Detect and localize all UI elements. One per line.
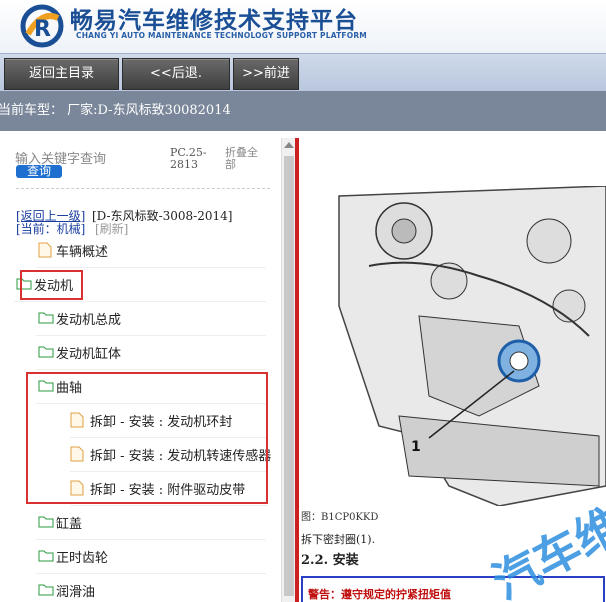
figure-caption: 图：B1CP0KKD (301, 512, 379, 523)
tree-item-label: 发动机总成 (56, 313, 122, 328)
engine-diagram-image: 1 (299, 186, 606, 506)
tree-item-label: 缸盖 (56, 517, 83, 532)
scroll-thumb[interactable] (284, 156, 294, 596)
tree-item[interactable]: 发动机总成 (36, 302, 266, 336)
current-model-bar: 当前车型： 厂家:D-东风标致30082014 (0, 91, 606, 131)
folder-icon (38, 584, 54, 596)
folder-icon (38, 550, 54, 562)
callout-number: 1 (411, 439, 421, 455)
document-icon (38, 242, 52, 258)
toolbar: 返回主目录 <<后退. >>前进 (0, 53, 606, 92)
svg-text:R: R (34, 17, 51, 42)
pc-code: PC.25-2813 (170, 146, 207, 171)
tree-item-label: 正时齿轮 (56, 551, 109, 566)
brand-subtitle: CHANG YI AUTO MAINTENANCE TECHNOLOGY SUP… (76, 31, 367, 40)
tree-item[interactable]: 缸盖 (36, 506, 266, 540)
tree-item[interactable]: 车辆概述 (36, 234, 266, 268)
tree-item-label: 润滑油 (56, 585, 96, 600)
tree-item[interactable]: 正时齿轮 (36, 540, 266, 574)
tree-item-label: 发动机缸体 (56, 347, 122, 362)
brand-logo-icon: R (20, 4, 64, 48)
content-pane: 1 图：B1CP0KKD 拆下密封圈(1). 2.2. 安装 警告：遵守规定的拧… (299, 138, 606, 602)
tree-item-label: 车辆概述 (56, 245, 109, 260)
collapse-all-link[interactable]: 折叠全部 (225, 147, 265, 171)
tree-item[interactable]: 润滑油 (36, 574, 266, 602)
highlight-box (26, 372, 268, 504)
divider (16, 188, 270, 189)
current-model-text: 当前车型： 厂家:D-东风标致30082014 (0, 103, 231, 118)
tree-item[interactable]: 发动机缸体 (36, 336, 266, 370)
remove-step-text: 拆下密封圈(1). (301, 533, 376, 546)
forward-button[interactable]: >>前进 (233, 58, 299, 90)
app-header: R 畅易汽车维修技术支持平台 CHANG YI AUTO MAINTENANCE… (0, 0, 606, 53)
sidebar-scrollbar[interactable] (281, 138, 296, 602)
folder-icon (38, 516, 54, 528)
install-heading: 2.2. 安装 (301, 553, 359, 568)
highlight-box (20, 270, 83, 300)
folder-icon (38, 346, 54, 358)
warning-text: 警告：遵守规定的拧紧扭矩值 (308, 588, 451, 601)
back-button[interactable]: <<后退. (122, 58, 230, 90)
folder-icon (38, 312, 54, 324)
sidebar: 输入关键字查询 查询 PC.25-2813 折叠全部 [返回上一级] [D-东风… (0, 138, 281, 602)
brand-title: 畅易汽车维修技术支持平台 (70, 8, 358, 34)
home-button[interactable]: 返回主目录 (4, 58, 119, 90)
search-button[interactable]: 查询 (16, 165, 62, 178)
scroll-up-icon[interactable] (284, 142, 294, 148)
